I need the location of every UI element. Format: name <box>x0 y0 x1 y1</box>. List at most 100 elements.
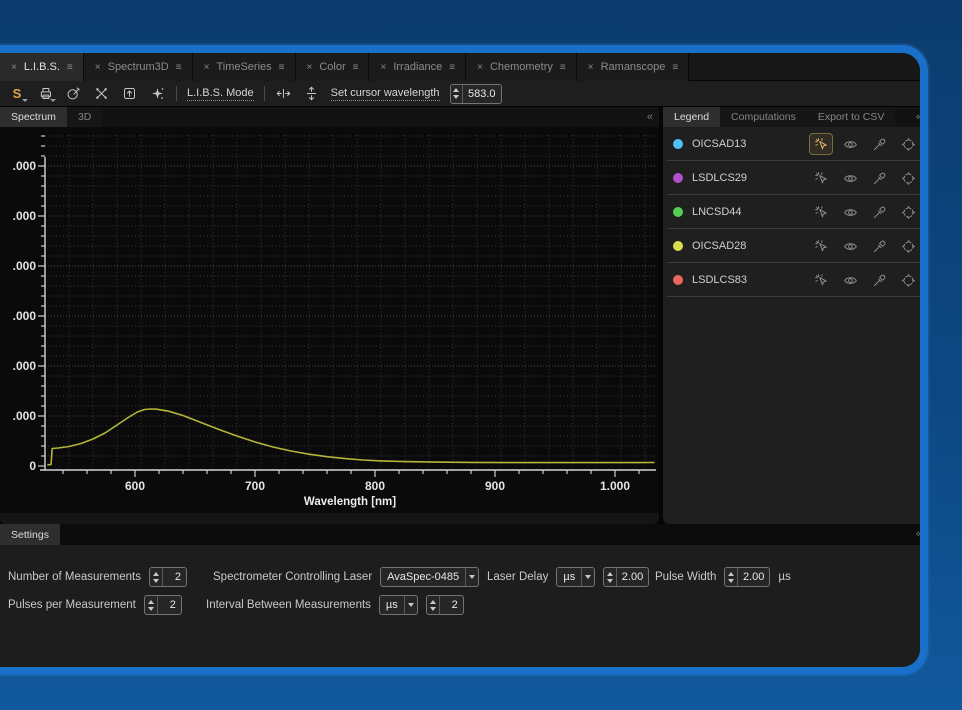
interval-unit-select[interactable]: µs <box>379 595 418 615</box>
collapse-panel-icon[interactable]: « <box>647 107 653 127</box>
document-tab-spectrum3d[interactable]: ×Spectrum3D≡ <box>84 53 193 81</box>
network-x-icon[interactable] <box>92 85 110 103</box>
collapse-settings-icon[interactable]: « <box>916 524 922 544</box>
pen-chart-icon[interactable] <box>64 85 82 103</box>
visibility-eye-icon[interactable] <box>838 133 862 155</box>
spectrum-chart[interactable]: 0.000.000.000.000.000.0006007008009001.0… <box>0 127 659 513</box>
tab-label: L.I.B.S. <box>24 61 60 73</box>
close-tab-icon[interactable]: × <box>477 62 483 73</box>
spinner-carets[interactable] <box>451 85 463 103</box>
series-color-dot[interactable] <box>673 207 683 217</box>
laser-delay-unit-select[interactable]: µs <box>556 567 595 587</box>
select-cursor-icon[interactable] <box>809 201 833 223</box>
chart-tab-spectrum[interactable]: Spectrum <box>0 107 67 127</box>
document-tab-chemometry[interactable]: × Chemometry ≡ <box>466 53 577 81</box>
color-pipette-icon[interactable] <box>867 235 891 257</box>
x-axis-title: Wavelength [nm] <box>304 496 396 508</box>
document-tab-color[interactable]: ×Color≡ <box>296 53 370 81</box>
chart-panel-tabs: Spectrum3D « <box>0 107 659 127</box>
close-tab-icon[interactable]: × <box>307 62 313 73</box>
move-target-icon[interactable] <box>896 235 920 257</box>
visibility-eye-icon[interactable] <box>838 269 862 291</box>
spinner-carets[interactable] <box>725 568 738 586</box>
pulse-width-spinner[interactable]: 2.00 <box>724 567 770 587</box>
move-target-icon[interactable] <box>896 133 920 155</box>
x-tick-label: 1.000 <box>600 479 630 493</box>
series-name: LSDLCS83 <box>692 274 809 286</box>
spec-laser-select[interactable]: AvaSpec-0485 <box>380 567 479 587</box>
spinner-carets[interactable] <box>145 596 158 614</box>
tab-menu-icon[interactable]: ≡ <box>353 62 358 73</box>
legend-tab-export-to-csv[interactable]: Export to CSV <box>807 107 896 127</box>
select-cursor-icon[interactable] <box>809 167 833 189</box>
series-color-dot[interactable] <box>673 173 683 183</box>
select-cursor-icon[interactable] <box>809 269 833 291</box>
tab-menu-icon[interactable]: ≡ <box>67 62 72 73</box>
collapse-panel-icon[interactable]: « <box>916 107 922 127</box>
num-measurements-spinner[interactable]: 2 <box>149 567 187 587</box>
color-pipette-icon[interactable] <box>867 201 891 223</box>
x-tick-label: 800 <box>365 479 385 493</box>
legend-tab-legend[interactable]: Legend <box>663 107 720 127</box>
save-s-icon[interactable]: S <box>8 85 26 103</box>
sparkle-icon[interactable] <box>148 85 166 103</box>
chevron-down-icon[interactable] <box>581 568 594 586</box>
x-tick-label: 900 <box>485 479 505 493</box>
tab-label: Chemometry <box>490 61 553 73</box>
tab-menu-icon[interactable]: ≡ <box>449 62 454 73</box>
close-tab-icon[interactable]: × <box>204 62 210 73</box>
move-target-icon[interactable] <box>896 167 920 189</box>
close-tab-icon[interactable]: × <box>588 62 594 73</box>
set-cursor-wavelength-button[interactable]: Set cursor wavelength <box>331 87 440 101</box>
color-pipette-icon[interactable] <box>867 133 891 155</box>
cursor-wavelength-spinner[interactable]: 583.0 <box>450 84 502 104</box>
spinner-carets[interactable] <box>427 596 440 614</box>
chart-tab-3d[interactable]: 3D <box>67 107 102 127</box>
pan-horizontal-icon[interactable] <box>275 85 293 103</box>
series-color-dot[interactable] <box>673 139 683 149</box>
move-target-icon[interactable] <box>896 201 920 223</box>
export-up-icon[interactable] <box>120 85 138 103</box>
document-tab-timeseries[interactable]: ×TimeSeries≡ <box>193 53 296 81</box>
select-cursor-icon[interactable] <box>809 133 833 155</box>
close-tab-icon[interactable]: × <box>380 62 386 73</box>
visibility-eye-icon[interactable] <box>838 167 862 189</box>
tab-settings[interactable]: Settings <box>0 524 60 545</box>
color-pipette-icon[interactable] <box>867 269 891 291</box>
spinner-carets[interactable] <box>150 568 163 586</box>
laser-delay-unit: µs <box>557 568 581 586</box>
tab-menu-icon[interactable]: ≡ <box>176 62 181 73</box>
laser-delay-value: 2.00 <box>617 568 648 586</box>
spinner-carets[interactable] <box>604 568 617 586</box>
series-name: OICSAD13 <box>692 138 809 150</box>
tab-menu-icon[interactable]: ≡ <box>672 62 677 73</box>
pulse-width-unit: µs <box>778 571 790 583</box>
interval-spinner[interactable]: 2 <box>426 595 464 615</box>
y-tick-label: .000 <box>13 209 37 223</box>
document-tab-libs[interactable]: × L.I.B.S. ≡ <box>0 53 84 81</box>
series-color-dot[interactable] <box>673 275 683 285</box>
chevron-down-icon[interactable] <box>465 568 478 586</box>
visibility-eye-icon[interactable] <box>838 235 862 257</box>
color-pipette-icon[interactable] <box>867 167 891 189</box>
select-cursor-icon[interactable] <box>809 235 833 257</box>
pan-vertical-icon[interactable] <box>303 85 321 103</box>
close-tab-icon[interactable]: × <box>11 62 17 73</box>
series-name: LNCSD44 <box>692 206 809 218</box>
laser-delay-spinner[interactable]: 2.00 <box>603 567 649 587</box>
visibility-eye-icon[interactable] <box>838 201 862 223</box>
move-target-icon[interactable] <box>896 269 920 291</box>
document-tab-ramanscope[interactable]: ×Ramanscope≡ <box>577 53 690 81</box>
legend-tab-computations[interactable]: Computations <box>720 107 807 127</box>
printer-icon[interactable] <box>36 85 54 103</box>
libs-mode-button[interactable]: L.I.B.S. Mode <box>187 87 254 101</box>
tab-menu-icon[interactable]: ≡ <box>279 62 284 73</box>
document-tab-irradiance[interactable]: ×Irradiance≡ <box>369 53 466 81</box>
tab-menu-icon[interactable]: ≡ <box>560 62 565 73</box>
chevron-down-icon[interactable] <box>404 596 417 614</box>
y-tick-label: 0 <box>29 459 36 473</box>
pulses-per-measurement-spinner[interactable]: 2 <box>144 595 182 615</box>
close-tab-icon[interactable]: × <box>95 62 101 73</box>
interval-label: Interval Between Measurements <box>206 599 371 611</box>
series-color-dot[interactable] <box>673 241 683 251</box>
